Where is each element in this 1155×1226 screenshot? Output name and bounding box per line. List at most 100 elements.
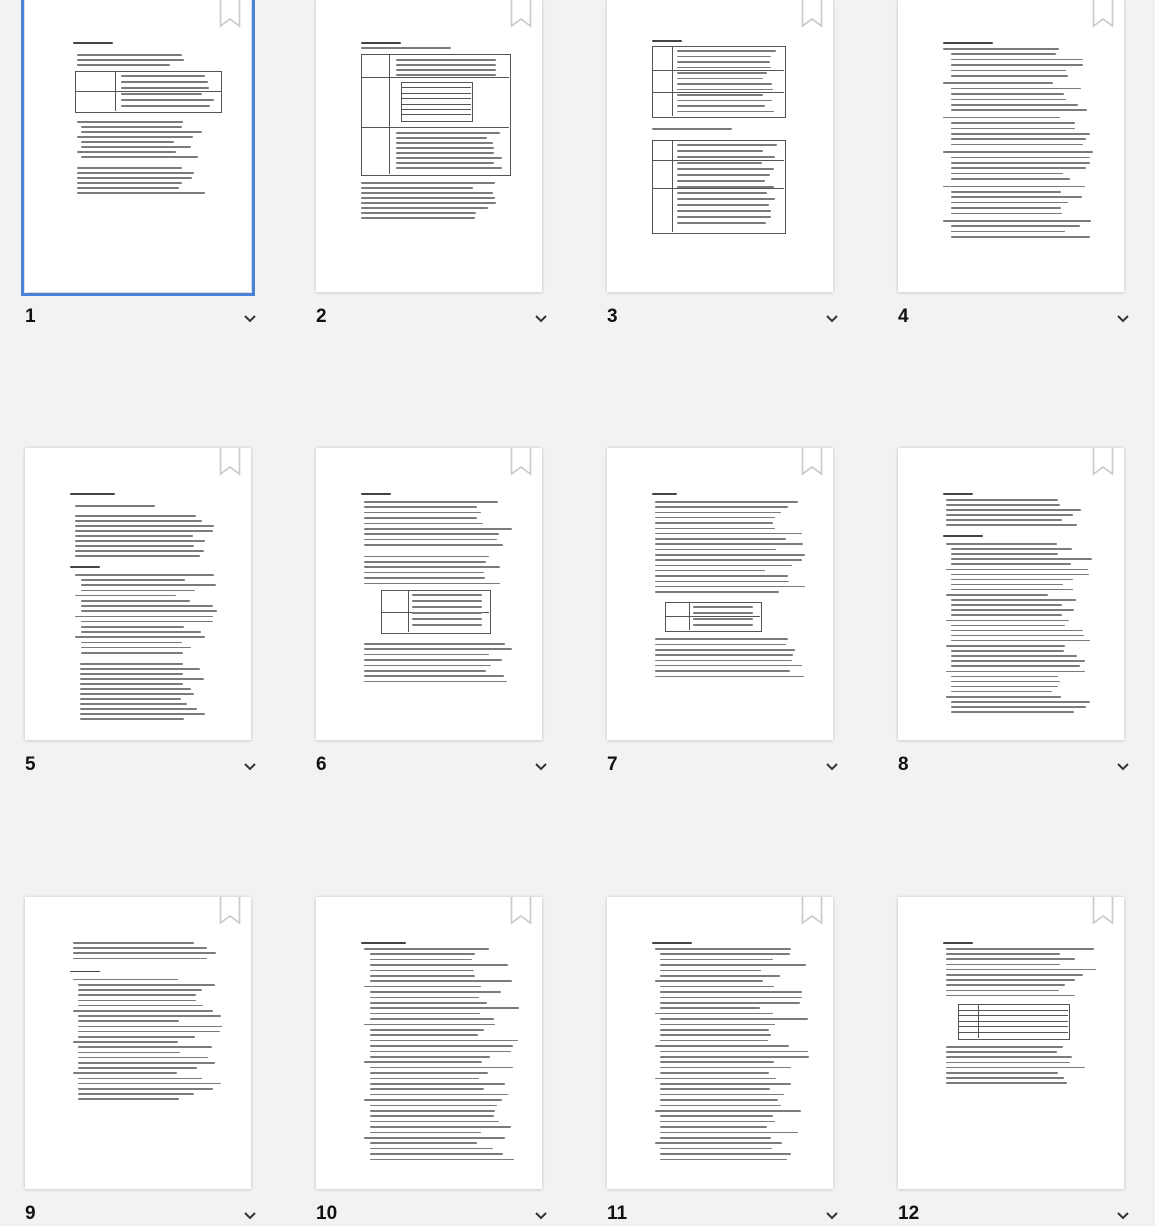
text-line: [660, 1002, 800, 1004]
chevron-down-icon[interactable]: [825, 311, 839, 323]
text-line: [951, 624, 1066, 627]
text-line: [655, 1142, 782, 1144]
text-line: [951, 207, 1062, 209]
text-line: [78, 1046, 212, 1048]
table-rule: [361, 127, 509, 128]
page-thumbnail[interactable]: [898, 897, 1124, 1189]
page-thumbnail[interactable]: [25, 448, 251, 740]
text-line: [77, 136, 194, 138]
page-thumbnail[interactable]: [21, 0, 255, 296]
text-line: [693, 606, 753, 608]
chevron-down-icon[interactable]: [1116, 759, 1130, 771]
text-line: [80, 698, 181, 700]
table-rule: [958, 1032, 1068, 1033]
text-line: [943, 151, 1093, 153]
text-line: [412, 606, 482, 608]
text-line: [677, 110, 775, 112]
text-line: [660, 1137, 771, 1139]
text-line: [364, 501, 499, 503]
text-line: [78, 1062, 215, 1064]
text-line: [951, 629, 1084, 632]
chevron-down-icon[interactable]: [534, 311, 548, 323]
bookmark-icon[interactable]: [801, 897, 823, 925]
text-line: [364, 577, 485, 579]
page-thumbnail[interactable]: [898, 448, 1124, 740]
text-line: [946, 1046, 1064, 1048]
text-line: [677, 83, 773, 85]
bookmark-icon[interactable]: [219, 897, 241, 925]
text-line: [78, 1004, 203, 1007]
page-thumbnail[interactable]: [898, 0, 1124, 292]
text-line: [677, 88, 774, 90]
text-line: [655, 591, 780, 593]
table-rule: [401, 114, 471, 116]
bookmark-icon[interactable]: [801, 0, 823, 28]
text-line: [81, 579, 185, 581]
text-line: [660, 1158, 788, 1161]
text-line: [946, 543, 1057, 545]
bookmark-icon[interactable]: [510, 897, 532, 925]
page-thumbnail[interactable]: [25, 897, 251, 1189]
text-line: [951, 634, 1084, 637]
chevron-down-icon[interactable]: [534, 1208, 548, 1220]
text-line: [78, 989, 203, 991]
text-line: [73, 947, 207, 949]
chevron-down-icon[interactable]: [243, 1208, 257, 1220]
text-line: [693, 618, 753, 620]
chevron-down-icon[interactable]: [825, 1208, 839, 1220]
text-line: [121, 81, 208, 83]
text-line: [75, 505, 155, 507]
text-line: [396, 64, 496, 66]
text-line: [80, 673, 184, 675]
text-line: [121, 75, 205, 77]
text-line: [81, 126, 183, 128]
text-line: [75, 636, 205, 638]
bookmark-icon[interactable]: [1092, 448, 1114, 476]
text-line: [370, 964, 508, 966]
page-thumbnail[interactable]: [316, 0, 542, 292]
chevron-down-icon[interactable]: [243, 759, 257, 771]
chevron-down-icon[interactable]: [1116, 1208, 1130, 1220]
text-line: [951, 172, 1063, 175]
text-line: [660, 958, 773, 961]
chevron-down-icon[interactable]: [1116, 311, 1130, 323]
page-thumbnail[interactable]: [607, 897, 833, 1189]
chevron-down-icon[interactable]: [243, 311, 257, 323]
chevron-down-icon[interactable]: [534, 759, 548, 771]
page-thumbnail[interactable]: [607, 0, 833, 292]
page-content-preview: [607, 0, 833, 292]
chevron-down-icon[interactable]: [825, 759, 839, 771]
table-rule: [389, 54, 390, 174]
text-line: [370, 996, 480, 999]
text-line: [364, 1023, 496, 1026]
text-line: [951, 201, 1069, 204]
text-line: [70, 970, 100, 973]
text-line: [951, 690, 1053, 693]
text-line: [412, 612, 482, 614]
text-line: [80, 683, 184, 685]
text-line: [951, 665, 1081, 667]
bookmark-icon[interactable]: [510, 0, 532, 28]
text-line: [78, 1093, 194, 1095]
text-line: [655, 527, 775, 529]
text-line: [364, 1099, 503, 1101]
page-thumbnail[interactable]: [316, 448, 542, 740]
table-rule: [115, 71, 116, 111]
bookmark-icon[interactable]: [801, 448, 823, 476]
table-rule: [401, 98, 471, 100]
bookmark-icon[interactable]: [219, 0, 241, 28]
text-line: [951, 563, 1071, 565]
bookmark-icon[interactable]: [219, 448, 241, 476]
text-line: [677, 222, 767, 224]
text-line: [655, 506, 789, 508]
page-thumbnail[interactable]: [316, 897, 542, 1189]
text-line: [660, 1039, 768, 1042]
bookmark-icon[interactable]: [1092, 897, 1114, 925]
text-line: [946, 1072, 1058, 1074]
page-thumbnail[interactable]: [607, 448, 833, 740]
bookmark-icon[interactable]: [510, 448, 532, 476]
text-line: [396, 74, 496, 76]
bookmark-icon[interactable]: [1092, 0, 1114, 28]
text-line: [370, 991, 501, 993]
text-line: [677, 210, 772, 212]
